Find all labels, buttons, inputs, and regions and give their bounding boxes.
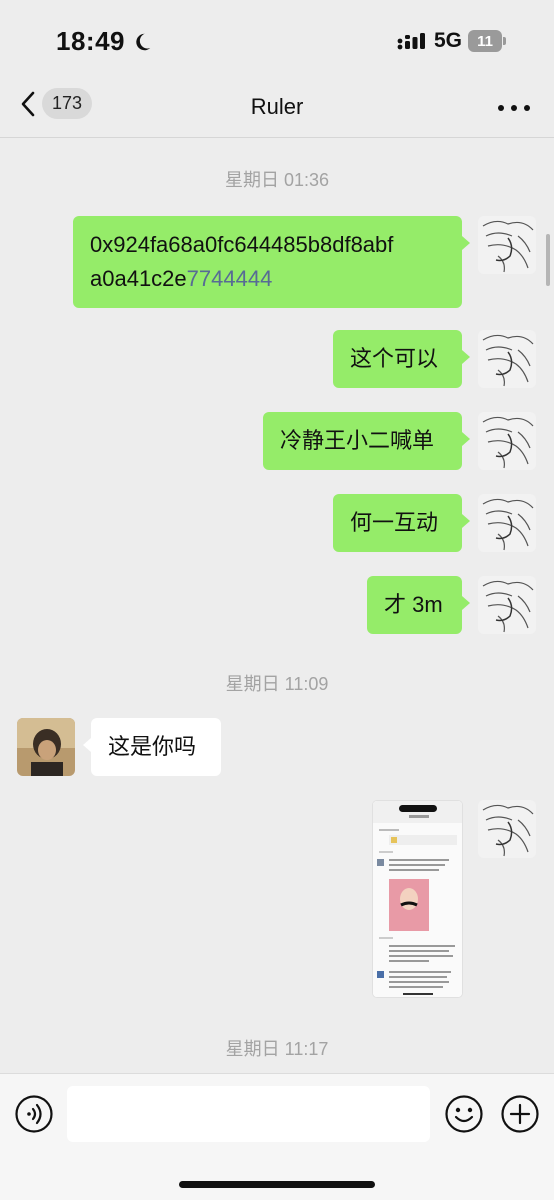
scroll-indicator[interactable]: [546, 234, 550, 286]
message-text: 这是你吗: [108, 734, 197, 759]
image-message-thumbnail[interactable]: [372, 800, 463, 998]
network-type: 5G: [434, 29, 463, 52]
message-text: 0x924fa68a0fc644485b8df8abf: [90, 232, 394, 257]
more-icon: [498, 105, 504, 111]
plus-icon[interactable]: [500, 1094, 540, 1134]
signal-icon: [397, 33, 425, 50]
outgoing-message[interactable]: 才 3m: [367, 576, 470, 634]
timestamp: 星期日 11:09: [225, 674, 329, 694]
home-indicator[interactable]: [179, 1181, 375, 1188]
outgoing-message[interactable]: 这个可以: [333, 330, 470, 388]
my-avatar[interactable]: [478, 576, 536, 634]
contact-avatar[interactable]: [17, 718, 75, 776]
status-time: 18:49: [56, 26, 153, 57]
battery-level: 11: [468, 30, 502, 52]
outgoing-message[interactable]: 冷静王小二喊单: [263, 412, 470, 470]
more-icon: [511, 105, 517, 111]
outgoing-message[interactable]: 何一互动: [333, 494, 470, 552]
status-bar: 18:49 5G 11: [0, 0, 554, 80]
moon-icon: [136, 33, 151, 50]
message-text: 这个可以: [350, 346, 439, 371]
more-icon: [524, 105, 530, 111]
my-avatar[interactable]: [478, 216, 536, 274]
battery-indicator: 11: [468, 30, 506, 52]
emoji-icon[interactable]: [444, 1094, 484, 1134]
chat-header: 173 Ruler: [0, 80, 554, 138]
incoming-message[interactable]: 这是你吗: [83, 718, 221, 776]
message-link[interactable]: 7744444: [187, 266, 273, 291]
message-text: 才 3m: [384, 592, 443, 617]
outgoing-message[interactable]: 0x924fa68a0fc644485b8df8abf a0a41c2e7744…: [73, 216, 470, 308]
battery-tip: [503, 37, 506, 45]
clock-text: 18:49: [56, 26, 125, 56]
chat-title: Ruler: [250, 94, 304, 119]
message-text: 冷静王小二喊单: [280, 428, 435, 453]
my-avatar[interactable]: [478, 330, 536, 388]
message-input[interactable]: [67, 1086, 430, 1142]
timestamp: 星期日 01:36: [224, 170, 330, 190]
voice-icon[interactable]: [14, 1094, 54, 1134]
message-text: a0a41c2e: [90, 266, 187, 291]
timestamp: 星期日 11:17: [225, 1039, 329, 1059]
message-text: 何一互动: [350, 510, 439, 535]
my-avatar[interactable]: [478, 800, 536, 858]
my-avatar[interactable]: [478, 412, 536, 470]
more-button[interactable]: [498, 100, 530, 116]
my-avatar[interactable]: [478, 494, 536, 552]
